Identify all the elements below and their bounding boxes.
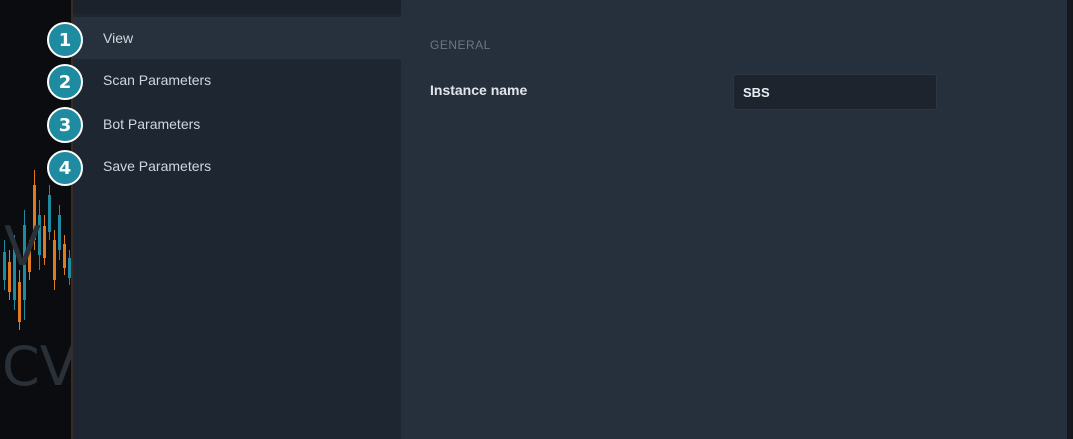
section-title-general: GENERAL	[430, 38, 491, 52]
sidebar-item-view[interactable]: View	[73, 17, 401, 59]
step-badge-2: 2	[47, 64, 83, 100]
step-badge-4: 4	[47, 150, 83, 186]
step-badge-3: 3	[47, 107, 83, 143]
sidebar-item-save-parameters[interactable]: Save Parameters	[73, 145, 401, 187]
sidebar-item-label: Scan Parameters	[103, 72, 212, 88]
sidebar-item-label: Bot Parameters	[103, 116, 201, 132]
step-badge-1: 1	[47, 22, 83, 58]
candle-body	[48, 195, 51, 232]
candle-body	[58, 215, 61, 250]
instance-name-label: Instance name	[430, 82, 528, 98]
candle-body	[63, 244, 66, 268]
candle-body	[53, 240, 56, 280]
settings-dialog: View Scan Parameters Bot Parameters Save…	[73, 0, 1067, 439]
dialog-right-edge	[1067, 0, 1073, 439]
screen: V CV View Scan Parameters Bot Parameters…	[0, 0, 1073, 439]
background-letter: V	[4, 215, 41, 278]
background-letter: CV	[2, 335, 74, 398]
sidebar-item-bot-parameters[interactable]: Bot Parameters	[73, 103, 401, 145]
settings-sidebar: View Scan Parameters Bot Parameters Save…	[73, 0, 401, 439]
settings-content: GENERAL Instance name	[401, 0, 1067, 439]
instance-name-input[interactable]	[733, 74, 937, 110]
sidebar-item-label: View	[103, 30, 134, 46]
candle-body	[18, 282, 21, 322]
candle-body	[43, 226, 46, 258]
sidebar-item-scan-parameters[interactable]: Scan Parameters	[73, 59, 401, 101]
sidebar-item-label: Save Parameters	[103, 158, 212, 174]
sidebar-header-strip	[73, 0, 401, 14]
